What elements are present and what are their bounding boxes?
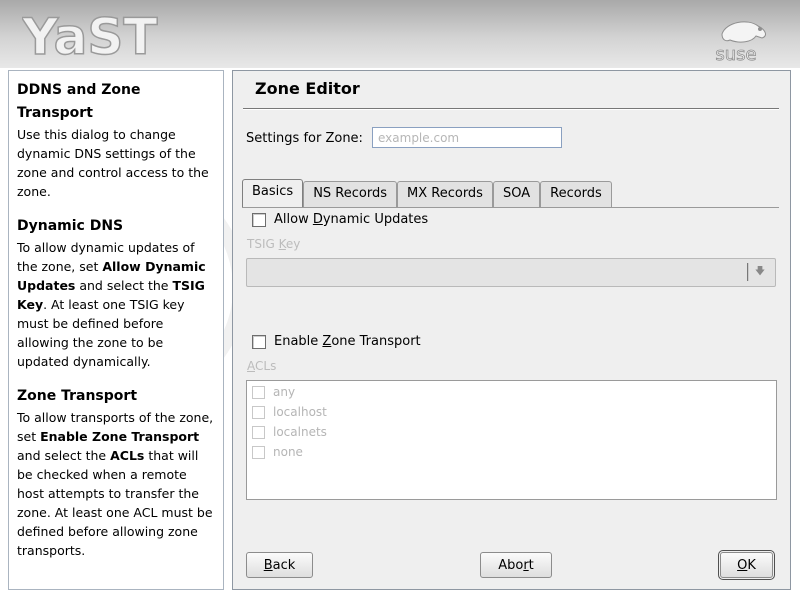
help-heading-dynamic-dns: Dynamic DNS xyxy=(17,218,124,234)
tab-ns-records[interactable]: NS Records xyxy=(303,181,398,207)
acl-item-any[interactable]: any xyxy=(252,385,295,399)
allow-dynamic-updates-checkbox[interactable] xyxy=(252,212,266,227)
zone-name-input[interactable] xyxy=(372,127,562,148)
zone-editor-dialog: Zone Editor Settings for Zone: Basics NS… xyxy=(232,70,791,590)
zone-settings-label: Settings for Zone: xyxy=(246,131,363,146)
tab-soa[interactable]: SOA xyxy=(492,181,541,207)
abort-button[interactable]: Abort xyxy=(480,552,552,578)
acl-item-localnets[interactable]: localnets xyxy=(252,425,327,439)
title-divider xyxy=(243,108,779,110)
yast-logo-text: YaST xyxy=(22,10,157,62)
acl-item-localhost[interactable]: localhost xyxy=(252,405,327,419)
tab-basics[interactable]: Basics xyxy=(242,179,304,207)
acl-list[interactable]: any localhost localnets none xyxy=(246,380,777,500)
enable-zone-transport-row[interactable]: Enable Zone Transport xyxy=(252,334,421,349)
acls-label: ACLs xyxy=(247,359,277,373)
yast-logo: YaST xyxy=(22,10,158,62)
tab-divider xyxy=(242,207,779,208)
help-heading-ddns: DDNS and Zone Transport xyxy=(17,82,141,121)
help-text-dynamic-dns: To allow dynamic updates of the zone, se… xyxy=(17,240,206,369)
header-bar: YaST suse xyxy=(0,0,800,68)
dropdown-arrow-icon[interactable]: 🡇 xyxy=(747,263,771,281)
tsig-key-label: TSIG Key xyxy=(247,237,301,251)
help-text-zone-transport: To allow transports of the zone, set Ena… xyxy=(17,410,214,558)
ok-button[interactable]: OK xyxy=(718,550,775,580)
allow-dynamic-updates-label[interactable]: Allow Dynamic Updates xyxy=(274,212,428,227)
tab-mx-records[interactable]: MX Records xyxy=(397,181,493,207)
suse-logo-text: suse xyxy=(715,44,756,64)
tsig-key-select[interactable]: 🡇 xyxy=(246,258,776,287)
tab-bar: Basics NS Records MX Records SOA Records xyxy=(242,179,612,207)
acl-checkbox[interactable] xyxy=(252,385,265,399)
enable-zone-transport-checkbox[interactable] xyxy=(252,334,266,349)
help-heading-zone-transport: Zone Transport xyxy=(17,388,138,404)
dialog-title: Zone Editor xyxy=(255,79,360,98)
acl-checkbox[interactable] xyxy=(252,425,265,439)
acl-checkbox[interactable] xyxy=(252,405,265,419)
acl-item-none[interactable]: none xyxy=(252,445,303,459)
allow-dynamic-updates-row[interactable]: Allow Dynamic Updates xyxy=(252,212,428,227)
suse-chameleon-logo: suse xyxy=(715,21,766,64)
help-text-intro: Use this dialog to change dynamic DNS se… xyxy=(17,127,209,199)
acl-checkbox[interactable] xyxy=(252,445,265,459)
back-button[interactable]: Back xyxy=(246,552,313,578)
tab-records[interactable]: Records xyxy=(540,181,612,207)
help-panel: DDNS and Zone Transport Use this dialog … xyxy=(8,70,224,590)
enable-zone-transport-label[interactable]: Enable Zone Transport xyxy=(274,334,421,349)
